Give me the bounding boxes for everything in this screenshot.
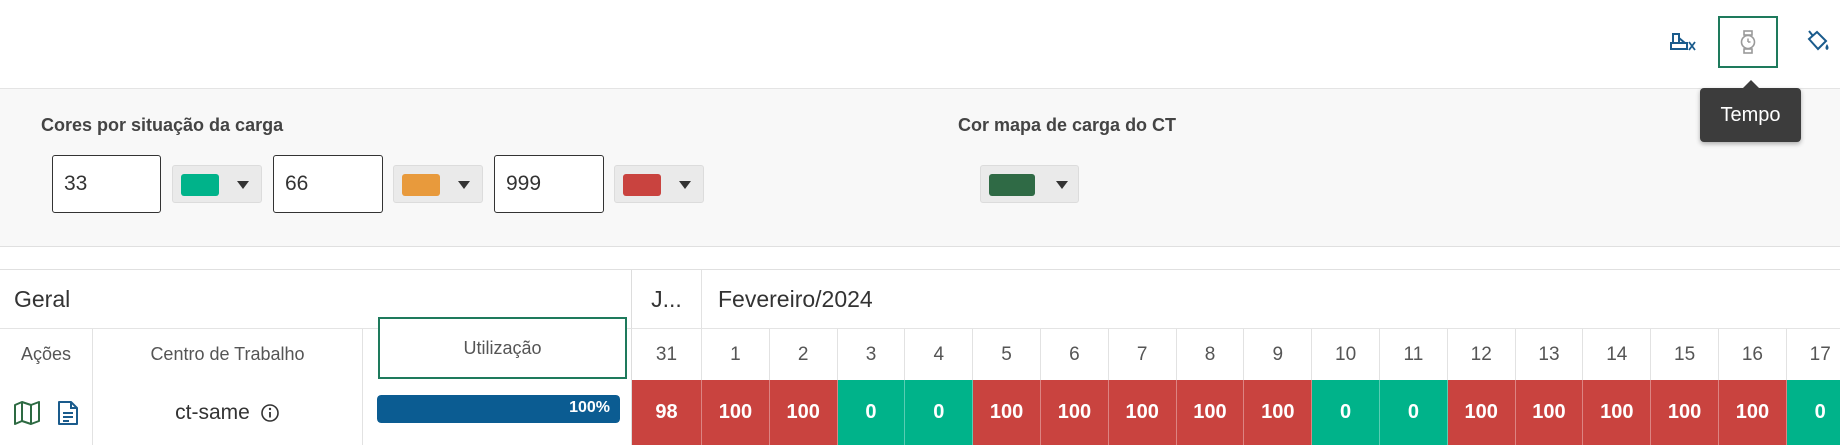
- utilization-value: 100%: [569, 399, 610, 416]
- column-header-utilization-wrap: Utilização: [363, 317, 632, 380]
- threshold-input-2[interactable]: 66: [273, 155, 383, 213]
- time-button[interactable]: [1718, 16, 1778, 68]
- utilization-bar-track: 100%: [377, 395, 620, 423]
- day-header: 6: [1041, 329, 1109, 380]
- color-swatch: [181, 174, 219, 196]
- day-load-cell[interactable]: 0: [837, 380, 906, 445]
- day-load-cell[interactable]: 0: [1786, 380, 1840, 445]
- load-colors-title: Cores por situação da carga: [41, 115, 284, 135]
- document-icon[interactable]: [57, 400, 79, 426]
- caret-down-icon: [679, 181, 691, 189]
- threshold-color-select-1[interactable]: [172, 165, 262, 203]
- column-header-utilization[interactable]: Utilização: [378, 317, 627, 379]
- day-load-cell[interactable]: 100: [1176, 380, 1245, 445]
- day-header: 15: [1651, 329, 1719, 380]
- row-actions: [0, 380, 93, 445]
- day-load-cell[interactable]: 0: [905, 380, 974, 445]
- map-icon[interactable]: [13, 400, 41, 425]
- map-color-title: Cor mapa de carga do CT: [958, 115, 1177, 135]
- day-header: 5: [973, 329, 1041, 380]
- day-header: 13: [1516, 329, 1584, 380]
- threshold-color-select-3[interactable]: [614, 165, 704, 203]
- watch-icon: [1740, 30, 1756, 54]
- utilization-cell: 100%: [363, 380, 632, 445]
- day-load-cell[interactable]: 100: [1244, 380, 1313, 445]
- paint-bucket-icon: [1807, 30, 1829, 51]
- day-load-cell[interactable]: 100: [702, 380, 770, 445]
- day-load-cell[interactable]: 0: [1312, 380, 1380, 445]
- day-header: 17: [1787, 329, 1840, 380]
- day-load-cell[interactable]: 100: [1651, 380, 1719, 445]
- day-load-cell[interactable]: 100: [769, 380, 838, 445]
- group-header-previous-month: J...: [632, 270, 702, 329]
- day-load-cell[interactable]: 100: [1041, 380, 1109, 445]
- tooltip: Tempo: [1700, 80, 1801, 142]
- day-load-cell[interactable]: 100: [1719, 380, 1787, 445]
- day-load-cell[interactable]: 100: [1447, 380, 1516, 445]
- column-header-work-center[interactable]: Centro de Trabalho: [93, 329, 363, 380]
- caret-down-icon: [1056, 181, 1068, 189]
- day-header: 2: [770, 329, 838, 380]
- day-header: 11: [1380, 329, 1448, 380]
- day-header: 9: [1244, 329, 1313, 380]
- machine-clear-button[interactable]: [1653, 16, 1713, 68]
- caret-down-icon: [458, 181, 470, 189]
- day-load-cell[interactable]: 100: [973, 380, 1041, 445]
- threshold-color-select-2[interactable]: [393, 165, 483, 203]
- threshold-input-1[interactable]: 33: [52, 155, 161, 213]
- work-center-name: ct-same: [175, 400, 250, 424]
- day-header: 7: [1109, 329, 1177, 380]
- day-header: 12: [1448, 329, 1516, 380]
- day-load-cell[interactable]: 0: [1380, 380, 1448, 445]
- day-header: 3: [838, 329, 906, 380]
- day-load-cell[interactable]: 100: [1515, 380, 1584, 445]
- color-swatch: [989, 174, 1035, 196]
- day-header: 8: [1177, 329, 1245, 380]
- day-header: 1: [702, 329, 770, 380]
- day-load-cell[interactable]: 100: [1583, 380, 1652, 445]
- work-center-cell: ct-same: [93, 380, 363, 445]
- day-load-cell[interactable]: 100: [1108, 380, 1177, 445]
- threshold-input-3[interactable]: 999: [494, 155, 604, 213]
- day-header: 10: [1312, 329, 1380, 380]
- group-header-month: Fevereiro/2024: [702, 270, 1840, 329]
- toolbar: [0, 0, 1840, 89]
- color-swatch: [402, 174, 440, 196]
- color-swatch: [623, 174, 661, 196]
- map-color-select[interactable]: [980, 165, 1079, 203]
- day-load-cell[interactable]: 98: [632, 380, 702, 445]
- info-icon[interactable]: [260, 403, 280, 423]
- caret-down-icon: [237, 181, 249, 189]
- day-header: 14: [1583, 329, 1652, 380]
- day-header: 4: [905, 329, 974, 380]
- column-header-actions[interactable]: Ações: [0, 329, 93, 380]
- day-header: 31: [632, 329, 702, 380]
- machine-clear-icon: [1670, 33, 1696, 51]
- day-header: 16: [1719, 329, 1787, 380]
- fill-color-button[interactable]: [1788, 16, 1840, 68]
